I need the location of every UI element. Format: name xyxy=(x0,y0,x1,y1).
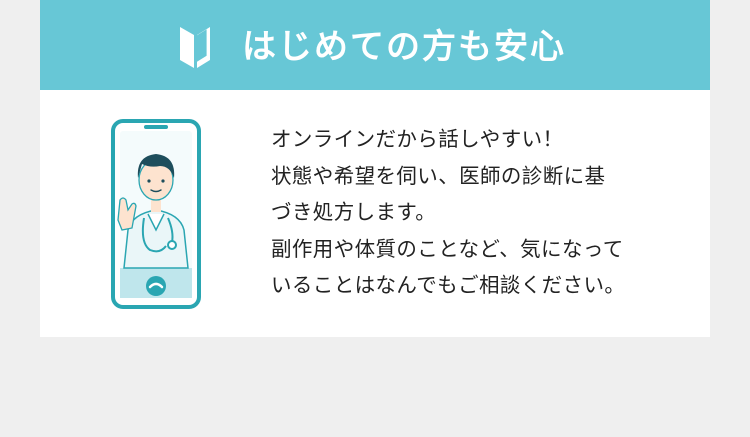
description-line: いることはなんでもご相談ください。 xyxy=(271,273,626,298)
section-title: はじめての方も安心 xyxy=(242,27,566,67)
section-header: はじめての方も安心 xyxy=(40,0,710,90)
description-text: オンラインだから話しやすい！ 状態や希望を伺い、医師の診断に基 づき処方します。… xyxy=(271,121,681,304)
description-line: 状態や希望を伺い、医師の診断に基 xyxy=(271,163,606,188)
info-card: はじめての方も安心 オンラインだから話しやすい！ 状態や希望を伺い、医師の診断に… xyxy=(40,0,710,337)
description-line: 副作用や体質のことなど、気になって xyxy=(271,236,624,261)
section-header-content: はじめての方も安心 xyxy=(178,22,566,72)
beginner-mark-icon xyxy=(180,27,210,68)
description-line: オンラインだから話しやすい！ xyxy=(271,127,564,151)
description-line: づき処方します。 xyxy=(271,200,437,225)
doctor-on-smartphone-icon xyxy=(111,119,201,309)
